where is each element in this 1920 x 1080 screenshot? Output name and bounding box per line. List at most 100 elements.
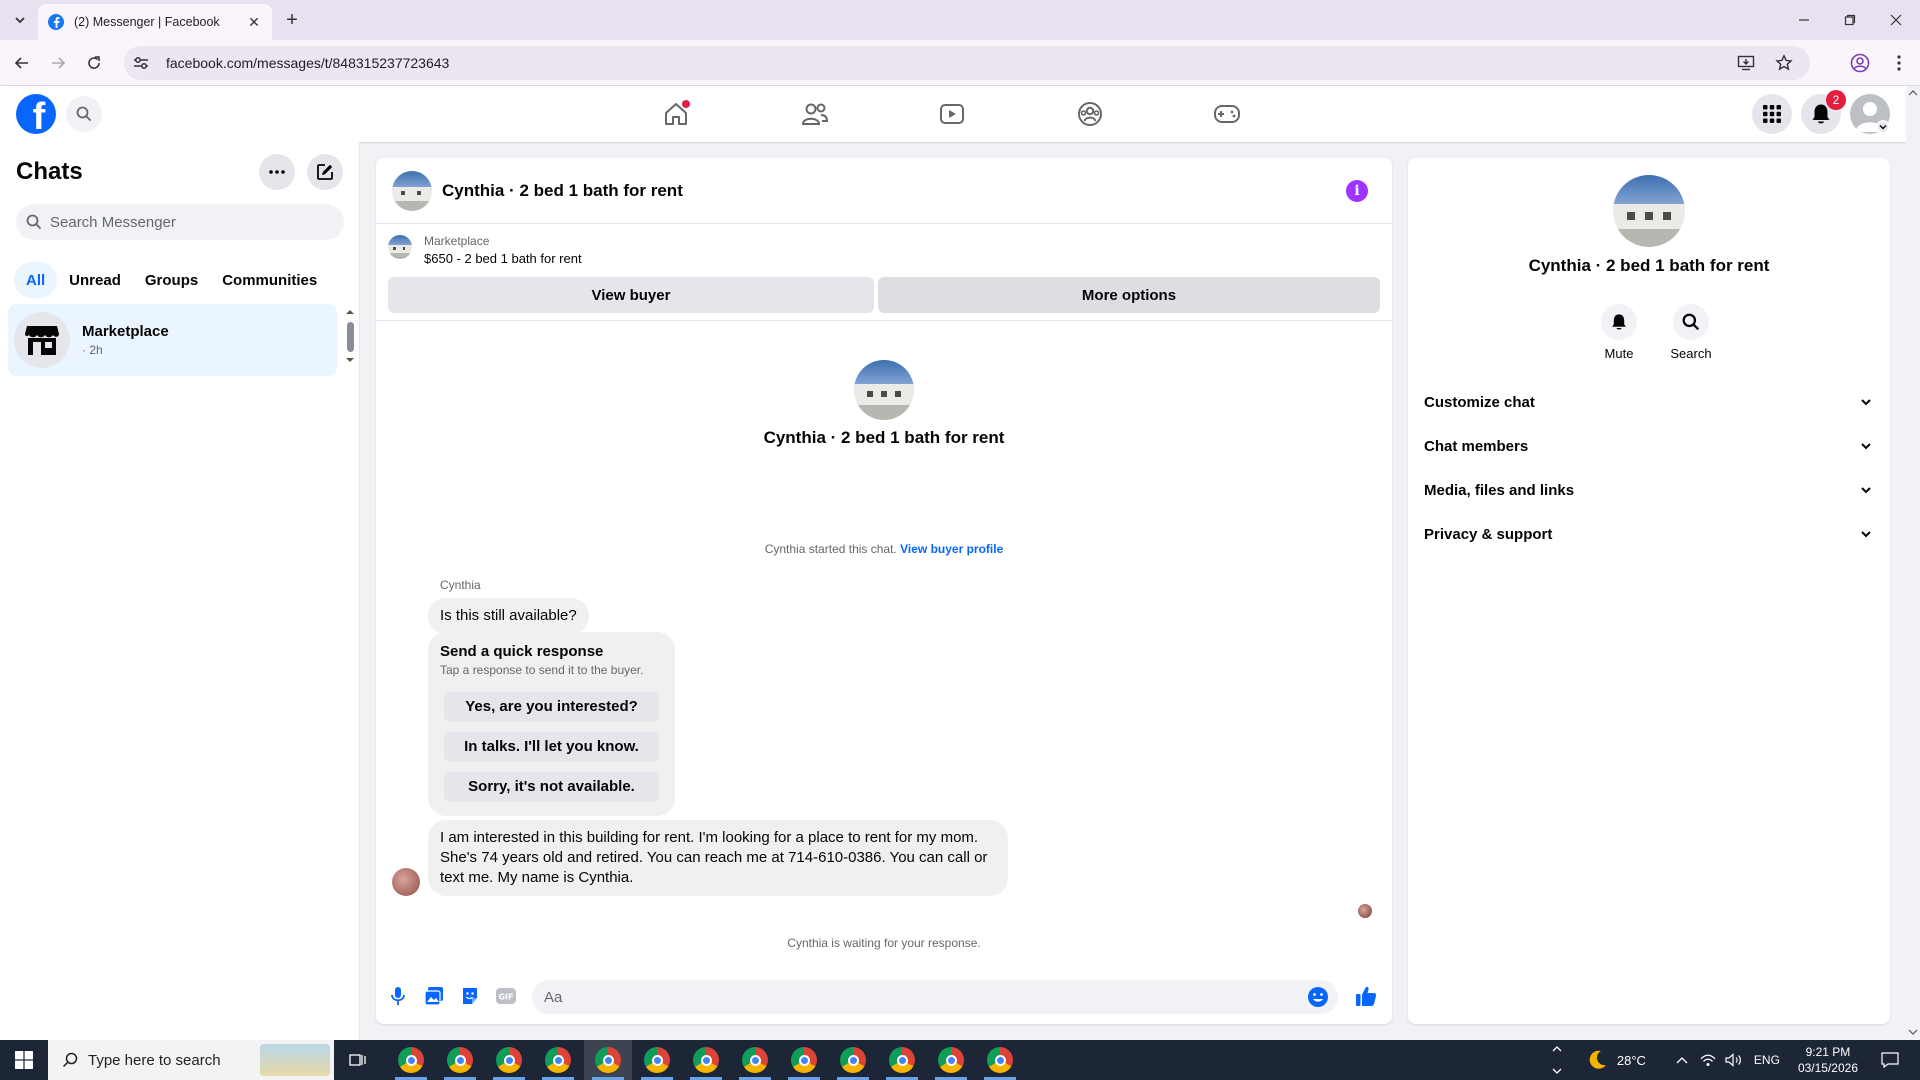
chrome-window-icon[interactable] [742,1047,768,1073]
chrome-window-icon[interactable] [545,1047,571,1073]
chat-time: · 2h [82,343,103,357]
chrome-window-icon[interactable] [693,1047,719,1073]
network-icon[interactable] [1696,1053,1720,1067]
chrome-window-icon[interactable] [987,1047,1013,1073]
friends-icon[interactable] [795,94,835,134]
video-icon[interactable] [932,94,972,134]
filter-tab-unread[interactable]: Unread [57,262,133,298]
search-messenger-field[interactable] [16,204,344,240]
install-app-icon[interactable] [1734,51,1758,75]
emoji-icon[interactable] [1306,985,1330,1009]
show-hidden-icons-chevron-icon[interactable] [1672,1056,1692,1064]
listing-thumbnail[interactable] [388,235,412,259]
filter-tab-all[interactable]: All [14,262,58,298]
attach-photo-icon[interactable] [420,982,448,1010]
close-tab-icon[interactable]: ✕ [244,12,264,32]
mute-bell-icon[interactable] [1601,304,1637,340]
chrome-window-icon[interactable] [595,1047,621,1073]
chrome-window-icon[interactable] [791,1047,817,1073]
search-action[interactable]: Search [1661,304,1721,361]
chat-list-scrollbar[interactable] [344,304,356,368]
quick-response-in-talks-button[interactable]: In talks. I'll let you know. [444,732,659,762]
clock[interactable]: 9:21 PM 03/15/2026 [1798,1044,1858,1076]
restore-window-icon[interactable] [1838,8,1862,32]
reload-icon[interactable] [80,49,108,77]
chrome-window-icon[interactable] [938,1047,964,1073]
filter-tab-communities[interactable]: Communities [210,262,329,298]
browser-menu-icon[interactable] [1886,50,1912,76]
facebook-search-icon[interactable] [66,96,102,132]
taskbar-search-box[interactable]: Type here to search [48,1040,334,1080]
search-messenger-input[interactable] [50,213,330,231]
chrome-window-icon[interactable] [889,1047,915,1073]
chevron-down-icon [1861,443,1871,450]
page-scrollbar[interactable] [1906,86,1920,1040]
message-bubble[interactable]: Is this still available? [428,598,589,634]
chrome-window-icon[interactable] [496,1047,522,1073]
tab-search-chevron-icon[interactable] [8,8,32,32]
message-input[interactable] [544,988,1306,1006]
info-listing-photo[interactable] [1613,175,1685,247]
chrome-window-icon[interactable] [447,1047,473,1073]
section-customize-chat[interactable]: Customize chat [1424,380,1876,424]
browser-profile-icon[interactable] [1847,50,1873,76]
view-buyer-profile-link[interactable]: View buyer profile [900,542,1003,556]
chrome-window-icon[interactable] [644,1047,670,1073]
scrollbar-thumb[interactable] [347,322,354,352]
info-icon[interactable]: i [1346,180,1368,202]
minimize-window-icon[interactable] [1792,8,1816,32]
address-bar[interactable]: facebook.com/messages/t/848315237723643 [124,46,1810,80]
windows-start-icon[interactable] [0,1040,48,1080]
search-conversation-icon[interactable] [1673,304,1709,340]
site-settings-icon[interactable] [132,55,152,71]
facebook-logo-icon[interactable]: f [16,94,56,134]
url-text: facebook.com/messages/t/848315237723643 [166,55,450,71]
seen-indicator-avatar [1358,904,1372,918]
action-center-icon[interactable] [1876,1052,1904,1068]
gif-icon[interactable]: GIF [492,982,520,1010]
weather-moon-icon[interactable] [1585,1049,1609,1071]
close-window-icon[interactable] [1884,8,1908,32]
volume-icon[interactable] [1722,1053,1746,1067]
quick-response-yes-button[interactable]: Yes, are you interested? [444,692,659,722]
new-message-button[interactable] [307,154,343,190]
sender-name: Cynthia [440,578,481,592]
input-language[interactable]: ENG [1754,1053,1780,1067]
more-options-button[interactable]: More options [878,277,1380,313]
filter-tab-groups[interactable]: Groups [133,262,210,298]
gaming-icon[interactable] [1207,94,1247,134]
back-arrow-icon[interactable] [8,49,36,77]
chrome-window-icon[interactable] [840,1047,866,1073]
weather-temperature[interactable]: 28°C [1617,1053,1646,1068]
quick-response-not-available-button[interactable]: Sorry, it's not available. [444,772,659,802]
browser-tab-messenger[interactable]: (2) Messenger | Facebook ✕ [38,4,272,40]
listing-price-title[interactable]: $650 - 2 bed 1 bath for rent [424,251,582,266]
sender-avatar[interactable] [392,868,420,896]
groups-icon[interactable] [1070,94,1110,134]
listing-photo-avatar[interactable] [392,170,432,211]
conversation-title[interactable]: Cynthia · 2 bed 1 bath for rent [442,181,683,201]
account-chevron-icon[interactable] [1876,120,1890,134]
chrome-window-icon[interactable] [398,1047,424,1073]
browser-toolbar: facebook.com/messages/t/848315237723643 [0,40,1920,86]
taskbar-scroll-arrows-icon[interactable] [1549,1043,1565,1077]
view-buyer-button[interactable]: View buyer [388,277,874,313]
message-bubble[interactable]: I am interested in this building for ren… [428,820,1008,896]
mute-action[interactable]: Mute [1589,304,1649,361]
section-media-files-links[interactable]: Media, files and links [1424,468,1876,512]
bookmark-star-icon[interactable] [1772,51,1796,75]
home-icon[interactable] [656,94,696,134]
browser-tab-bar: (2) Messenger | Facebook ✕ + [0,0,1920,40]
like-thumbs-up-icon[interactable] [1350,980,1382,1012]
message-input-box[interactable] [532,980,1338,1014]
forward-arrow-icon[interactable] [44,49,72,77]
section-privacy-support[interactable]: Privacy & support [1424,512,1876,556]
menu-grid-icon[interactable] [1752,94,1792,134]
chat-list-item-marketplace[interactable]: Marketplace · 2h [8,304,337,376]
section-chat-members[interactable]: Chat members [1424,424,1876,468]
task-view-icon[interactable] [346,1048,370,1072]
chat-options-button[interactable] [259,154,295,190]
microphone-icon[interactable] [384,982,412,1010]
sticker-icon[interactable] [456,982,484,1010]
new-tab-button[interactable]: + [280,8,304,32]
